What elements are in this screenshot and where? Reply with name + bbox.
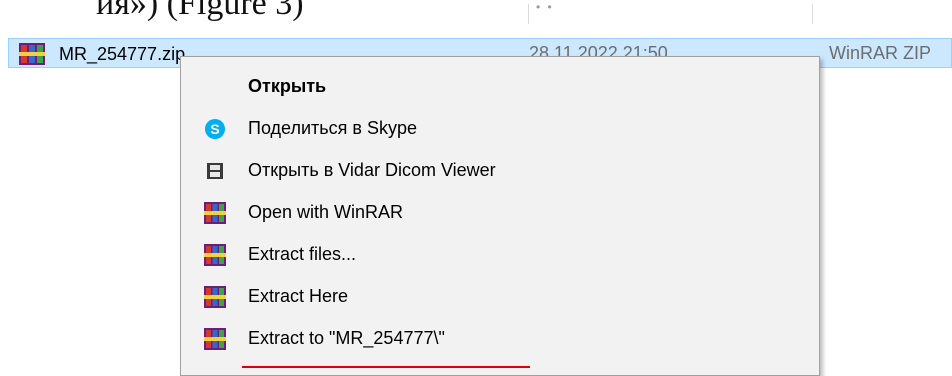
menu-item-label: Extract files... <box>248 244 357 264</box>
file-name[interactable]: MR_254777.zip <box>59 44 185 65</box>
column-header-handle[interactable]: • • <box>536 0 554 14</box>
menu-item-extract-files[interactable]: Extract files... <box>182 233 818 275</box>
menu-item-share-skype[interactable]: S Поделиться в Skype <box>182 107 818 149</box>
column-divider[interactable] <box>812 4 813 24</box>
column-divider[interactable] <box>528 4 529 24</box>
film-icon <box>204 160 226 182</box>
file-type: WinRAR ZIP <box>829 43 932 63</box>
svg-text:S: S <box>210 121 219 137</box>
menu-item-label: Extract Here <box>248 286 349 306</box>
menu-item-label: Открыть <box>248 76 327 96</box>
menu-item-label: Открыть в Vidar Dicom Viewer <box>248 160 496 180</box>
annotation-underline <box>242 366 530 368</box>
document-text-fragment: ия») (Figure 3) <box>96 0 304 22</box>
context-menu: Открыть S Поделиться в Skype Открыть в V… <box>180 56 820 376</box>
skype-icon: S <box>204 118 226 140</box>
winrar-icon <box>19 43 45 70</box>
winrar-icon <box>204 202 226 224</box>
menu-item-open-vidar[interactable]: Открыть в Vidar Dicom Viewer <box>182 149 818 191</box>
menu-item-extract-to-folder[interactable]: Extract to "MR_254777\" <box>182 317 818 359</box>
menu-item-label: Поделиться в Skype <box>248 118 417 138</box>
menu-item-open[interactable]: Открыть <box>182 65 818 107</box>
menu-item-open-winrar[interactable]: Open with WinRAR <box>182 191 818 233</box>
menu-item-label: Extract to "MR_254777\" <box>248 328 445 348</box>
menu-item-extract-here[interactable]: Extract Here <box>182 275 818 317</box>
winrar-icon <box>204 328 226 350</box>
winrar-icon <box>204 286 226 308</box>
winrar-icon <box>204 244 226 266</box>
menu-item-label: Open with WinRAR <box>248 202 404 222</box>
